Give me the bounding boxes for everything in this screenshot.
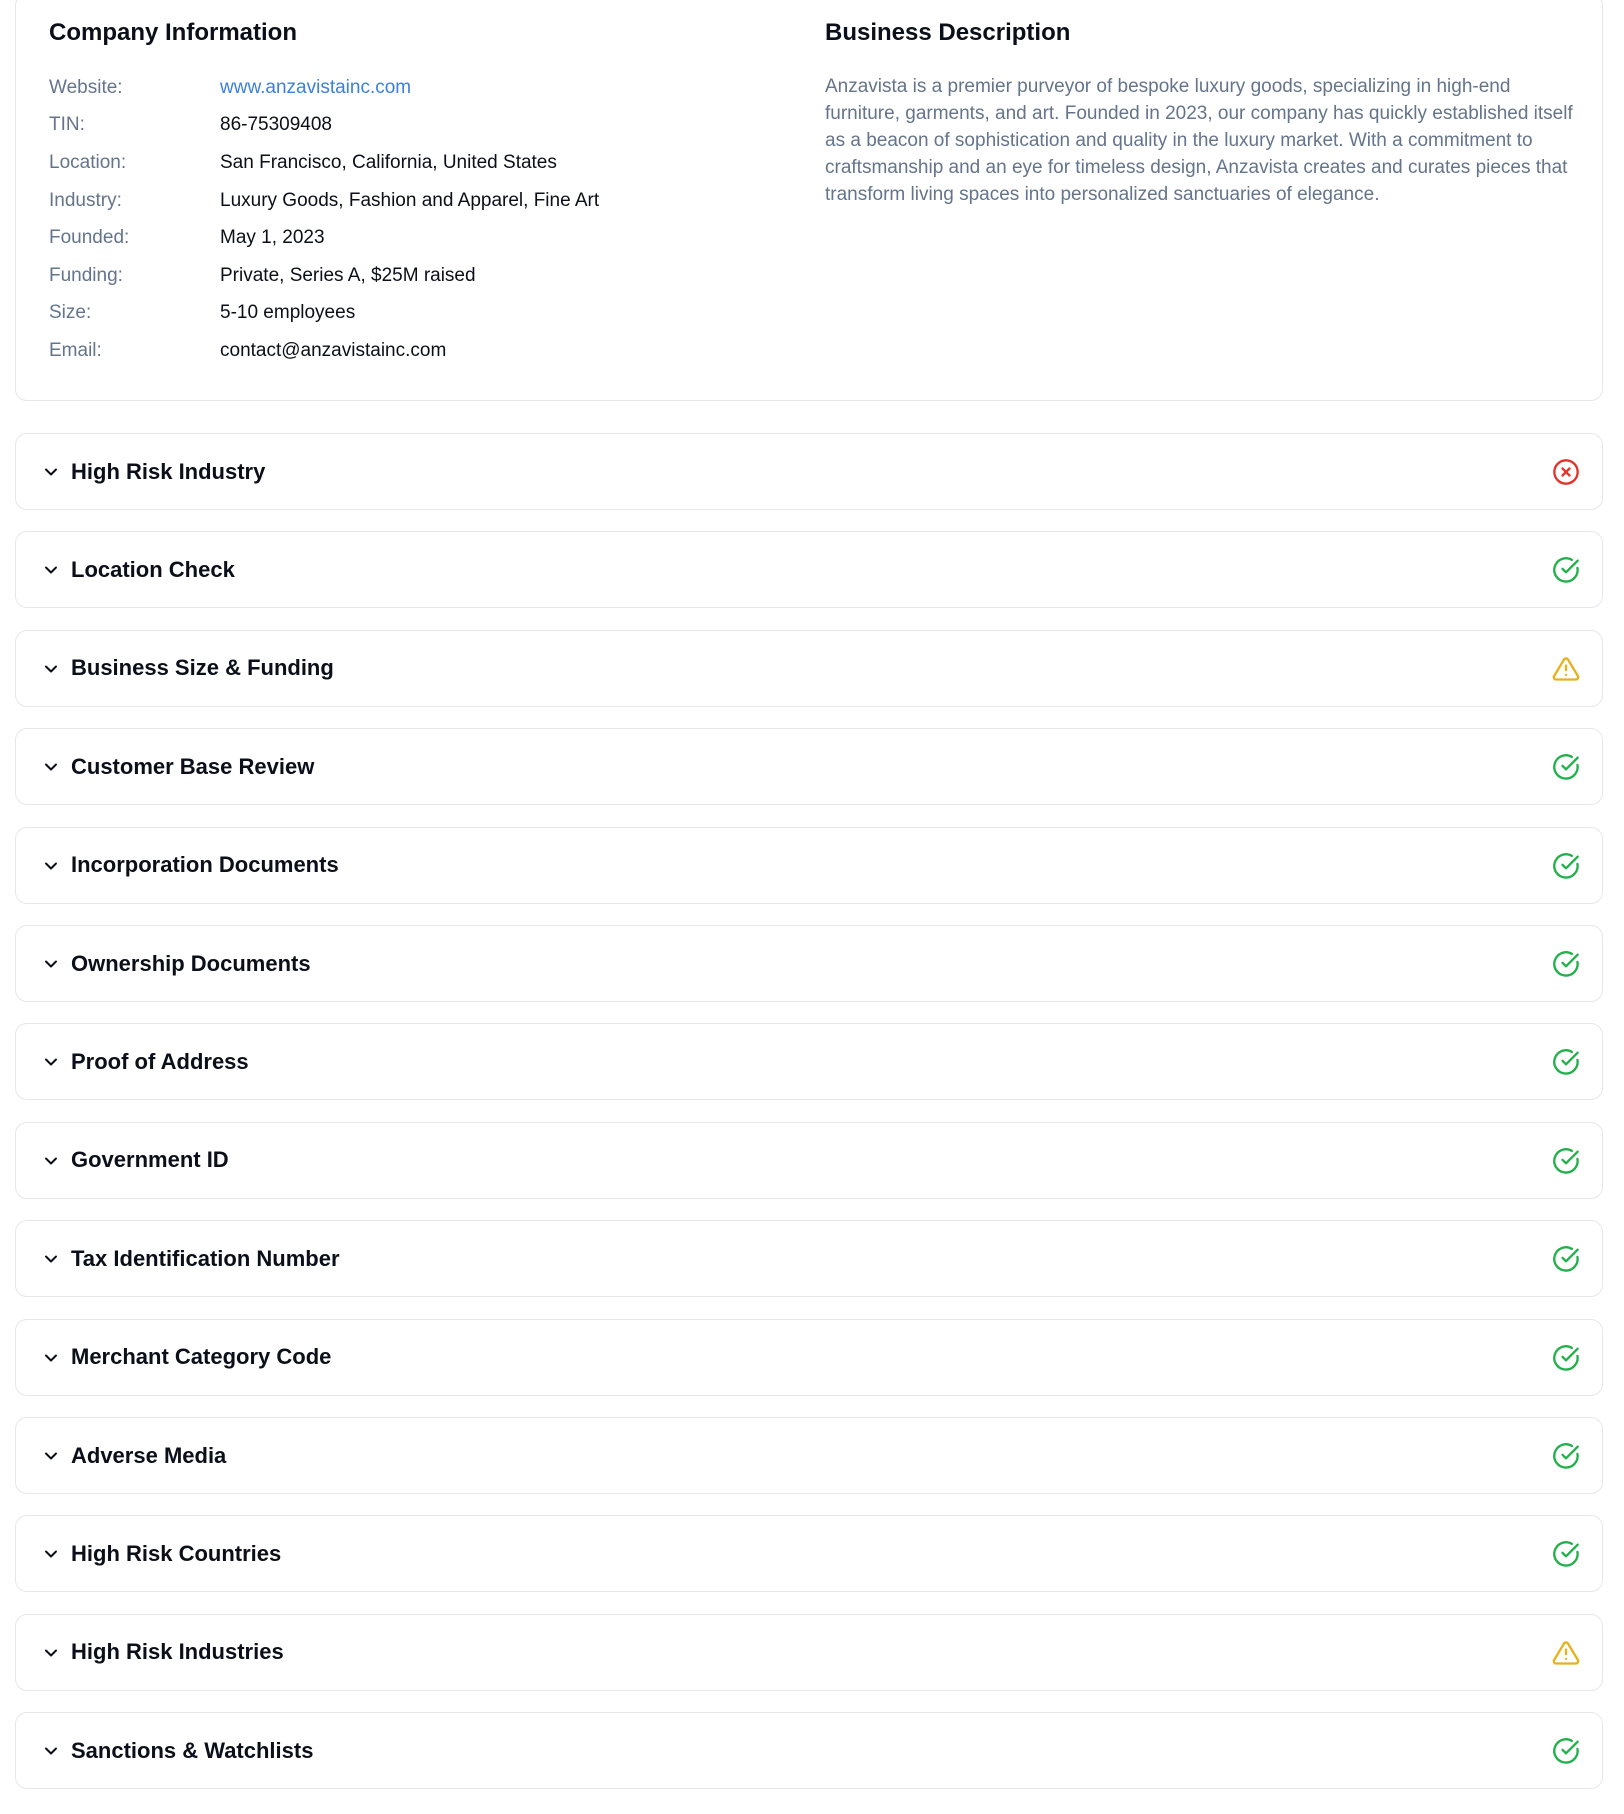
chevron-down-icon[interactable] xyxy=(41,1052,61,1072)
info-row-website: Website: www.anzavistainc.com xyxy=(49,69,749,107)
check-circle-icon xyxy=(1552,1344,1580,1372)
location-label: Location: xyxy=(49,151,127,173)
funding-label: Funding: xyxy=(49,264,123,286)
chevron-down-icon[interactable] xyxy=(41,1249,61,1269)
tin-label: TIN: xyxy=(49,114,85,136)
chevron-down-icon[interactable] xyxy=(41,462,61,482)
check-circle-icon xyxy=(1552,852,1580,880)
email-value: contact@anzavistainc.com xyxy=(220,339,447,361)
check-circle-icon xyxy=(1552,1147,1580,1175)
size-label: Size: xyxy=(49,302,92,324)
chevron-down-icon[interactable] xyxy=(41,1544,61,1564)
kyb-review-page: Company Information Website: www.anzavis… xyxy=(0,0,1624,1814)
check-item-merchant-category-code[interactable]: Merchant Category Code xyxy=(15,1318,1603,1396)
check-title: Government ID xyxy=(71,1147,229,1173)
business-description-heading: Business Description xyxy=(825,19,1071,46)
chevron-down-icon[interactable] xyxy=(41,1741,61,1761)
website-label: Website: xyxy=(49,76,123,98)
chevron-down-icon[interactable] xyxy=(41,856,61,876)
info-row-funding: Funding: Private, Series A, $25M raised xyxy=(49,257,749,295)
business-description-text: Anzavista is a premier purveyor of bespo… xyxy=(825,76,1573,205)
check-circle-icon xyxy=(1552,1442,1580,1470)
check-circle-icon xyxy=(1552,556,1580,584)
chevron-down-icon[interactable] xyxy=(41,1446,61,1466)
size-value: 5-10 employees xyxy=(220,302,356,324)
info-row-founded: Founded: May 1, 2023 xyxy=(49,219,749,257)
email-label: Email: xyxy=(49,339,102,361)
check-item-adverse-media[interactable]: Adverse Media xyxy=(15,1417,1603,1494)
info-row-industry: Industry: Luxury Goods, Fashion and Appa… xyxy=(49,182,749,220)
check-circle-icon xyxy=(1552,753,1580,781)
check-title: Ownership Documents xyxy=(71,950,311,976)
check-title: Business Size & Funding xyxy=(71,655,334,681)
founded-value: May 1, 2023 xyxy=(220,227,325,249)
check-item-high-risk-countries[interactable]: High Risk Countries xyxy=(15,1515,1603,1593)
check-circle-icon xyxy=(1552,1540,1580,1568)
warning-triangle-icon xyxy=(1552,1639,1580,1667)
funding-value: Private, Series A, $25M raised xyxy=(220,264,476,286)
check-item-ownership-documents[interactable]: Ownership Documents xyxy=(15,925,1603,1002)
check-title: Location Check xyxy=(71,556,235,582)
info-row-email: Email: contact@anzavistainc.com xyxy=(49,332,749,370)
info-row-size: Size: 5-10 employees xyxy=(49,295,749,333)
check-title: Customer Base Review xyxy=(71,753,315,779)
warning-triangle-icon xyxy=(1552,655,1580,683)
check-circle-icon xyxy=(1552,1245,1580,1273)
check-item-high-risk-industries[interactable]: High Risk Industries xyxy=(15,1613,1603,1691)
check-item-location-check[interactable]: Location Check xyxy=(15,531,1603,609)
check-title: Merchant Category Code xyxy=(71,1344,332,1370)
check-item-tax-identification-number[interactable]: Tax Identification Number xyxy=(15,1220,1603,1298)
website-link[interactable]: www.anzavistainc.com xyxy=(220,76,411,100)
check-item-government-id[interactable]: Government ID xyxy=(15,1121,1603,1199)
check-circle-icon xyxy=(1552,1737,1580,1765)
check-title: Incorporation Documents xyxy=(71,852,339,878)
chevron-down-icon[interactable] xyxy=(41,954,61,974)
check-title: Proof of Address xyxy=(71,1048,249,1074)
location-value: San Francisco, California, United States xyxy=(220,151,557,173)
chevron-down-icon[interactable] xyxy=(41,1151,61,1171)
check-circle-icon xyxy=(1552,950,1580,978)
check-item-business-size-and-funding[interactable]: Business Size & Funding xyxy=(15,629,1603,707)
chevron-down-icon[interactable] xyxy=(41,560,61,580)
check-title: Adverse Media xyxy=(71,1442,227,1468)
check-title: High Risk Industries xyxy=(71,1639,284,1665)
industry-label: Industry: xyxy=(49,189,122,211)
check-title: Sanctions & Watchlists xyxy=(71,1737,314,1763)
check-title: High Risk Industry xyxy=(71,458,266,484)
founded-label: Founded: xyxy=(49,227,130,249)
company-info-card: Company Information Website: www.anzavis… xyxy=(15,0,1603,401)
check-item-high-risk-industry[interactable]: High Risk Industry xyxy=(15,433,1603,510)
check-item-customer-base-review[interactable]: Customer Base Review xyxy=(15,728,1603,806)
industry-value: Luxury Goods, Fashion and Apparel, Fine … xyxy=(220,189,600,211)
company-information-heading: Company Information xyxy=(49,19,298,46)
company-information-section: Company Information Website: www.anzavis… xyxy=(49,17,749,370)
chevron-down-icon[interactable] xyxy=(41,757,61,777)
business-description-section: Business Description Anzavista is a prem… xyxy=(825,17,1585,208)
check-item-incorporation-documents[interactable]: Incorporation Documents xyxy=(15,826,1603,904)
x-circle-icon xyxy=(1552,458,1580,486)
check-title: Tax Identification Number xyxy=(71,1245,340,1271)
check-item-sanctions-and-watchlists[interactable]: Sanctions & Watchlists xyxy=(15,1712,1603,1790)
chevron-down-icon[interactable] xyxy=(41,659,61,679)
check-title: High Risk Countries xyxy=(71,1540,282,1566)
chevron-down-icon[interactable] xyxy=(41,1643,61,1663)
check-item-proof-of-address[interactable]: Proof of Address xyxy=(15,1023,1603,1101)
tin-value: 86-75309408 xyxy=(220,114,332,136)
chevron-down-icon[interactable] xyxy=(41,1348,61,1368)
info-row-tin: TIN: 86-75309408 xyxy=(49,107,749,145)
company-info-list: Website: www.anzavistainc.com TIN: 86-75… xyxy=(49,69,749,370)
info-row-location: Location: San Francisco, California, Uni… xyxy=(49,144,749,182)
check-circle-icon xyxy=(1552,1048,1580,1076)
